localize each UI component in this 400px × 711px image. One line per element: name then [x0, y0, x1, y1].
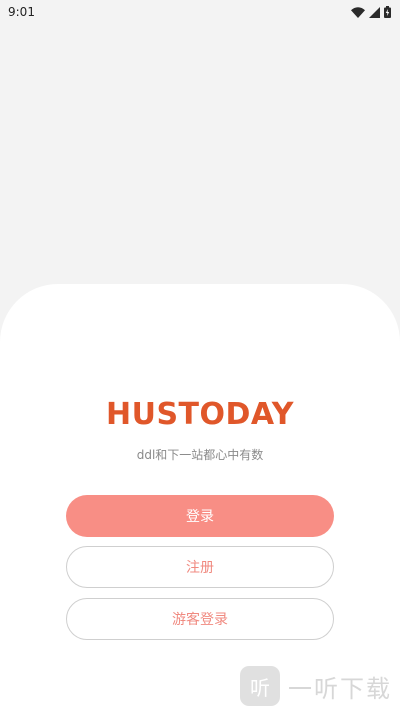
watermark-text: 一听下载	[288, 674, 392, 703]
app-brand-title: HUSTODAY	[105, 397, 294, 432]
login-button[interactable]: 登录	[66, 495, 334, 537]
watermark-logo-char: 听	[250, 675, 270, 700]
status-bar: 9:01	[0, 0, 400, 24]
status-icons	[351, 6, 391, 18]
battery-charging-icon	[384, 6, 391, 18]
app-tagline: ddl和下一站都心中有数	[136, 448, 264, 462]
status-time: 9:01	[8, 5, 35, 19]
guest-login-button[interactable]: 游客登录	[66, 598, 334, 640]
watermark: 听 一听下载	[240, 666, 392, 706]
register-button[interactable]: 注册	[66, 546, 334, 588]
wifi-icon	[351, 6, 365, 18]
watermark-logo-icon: 听	[240, 666, 280, 706]
cellular-signal-icon	[369, 6, 380, 18]
